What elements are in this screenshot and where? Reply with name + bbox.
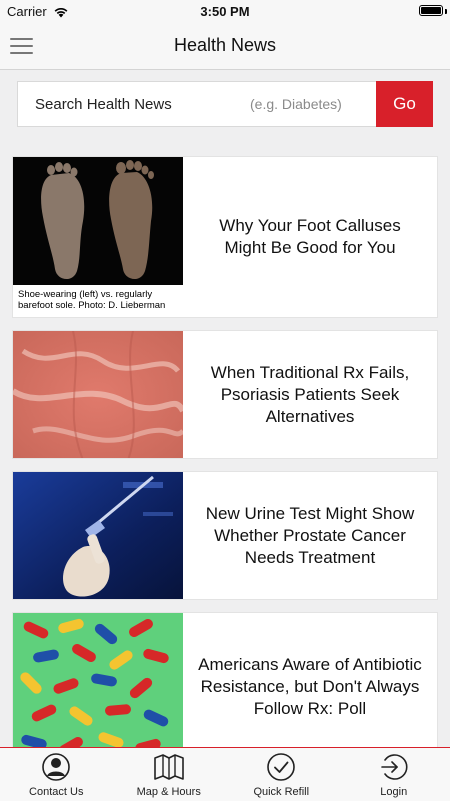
tab-quick-refill[interactable]: Quick Refill — [225, 748, 338, 801]
tab-login[interactable]: Login — [338, 748, 450, 801]
search-label: Search Health News — [35, 96, 172, 113]
pills-capsules-image — [13, 613, 183, 761]
status-bar: Carrier 3:50 PM — [0, 0, 450, 22]
article-card[interactable]: Americans Aware of Antibiotic Resistance… — [12, 612, 438, 762]
article-headline: When Traditional Rx Fails, Psoriasis Pat… — [183, 331, 437, 458]
image-caption: Shoe-wearing (left) vs. regularly barefo… — [13, 285, 183, 317]
battery-icon — [419, 5, 443, 16]
tab-label: Login — [338, 786, 450, 798]
checkmark-icon — [266, 752, 296, 782]
battery-tip — [445, 9, 447, 14]
article-list: Shoe-wearing (left) vs. regularly barefo… — [12, 156, 438, 774]
nav-bar: Health News — [0, 22, 450, 70]
article-headline: New Urine Test Might Show Whether Prosta… — [183, 472, 437, 599]
page-title: Health News — [0, 35, 450, 56]
tab-label: Map & Hours — [113, 786, 226, 798]
tab-contact-us[interactable]: Contact Us — [0, 748, 113, 801]
search-input[interactable] — [198, 82, 378, 126]
login-icon — [379, 752, 409, 782]
lab-pipette-image — [13, 472, 183, 599]
article-card[interactable]: Shoe-wearing (left) vs. regularly barefo… — [12, 156, 438, 318]
article-card[interactable]: When Traditional Rx Fails, Psoriasis Pat… — [12, 330, 438, 459]
tab-label: Contact Us — [0, 786, 113, 798]
go-button[interactable]: Go — [376, 81, 433, 127]
tab-map-hours[interactable]: Map & Hours — [113, 748, 226, 801]
status-time: 3:50 PM — [0, 4, 450, 19]
psoriasis-skin-image — [13, 331, 183, 458]
contact-icon — [41, 752, 71, 782]
feet-soles-image: Shoe-wearing (left) vs. regularly barefo… — [13, 157, 183, 317]
article-headline: Why Your Foot Calluses Might Be Good for… — [183, 157, 437, 317]
map-icon — [153, 752, 185, 782]
article-card[interactable]: New Urine Test Might Show Whether Prosta… — [12, 471, 438, 600]
tab-label: Quick Refill — [225, 786, 338, 798]
search-bar: Search Health News Go — [17, 81, 433, 127]
tab-bar: Contact Us Map & Hours Quick Refill Logi… — [0, 747, 450, 801]
article-headline: Americans Aware of Antibiotic Resistance… — [183, 613, 437, 761]
